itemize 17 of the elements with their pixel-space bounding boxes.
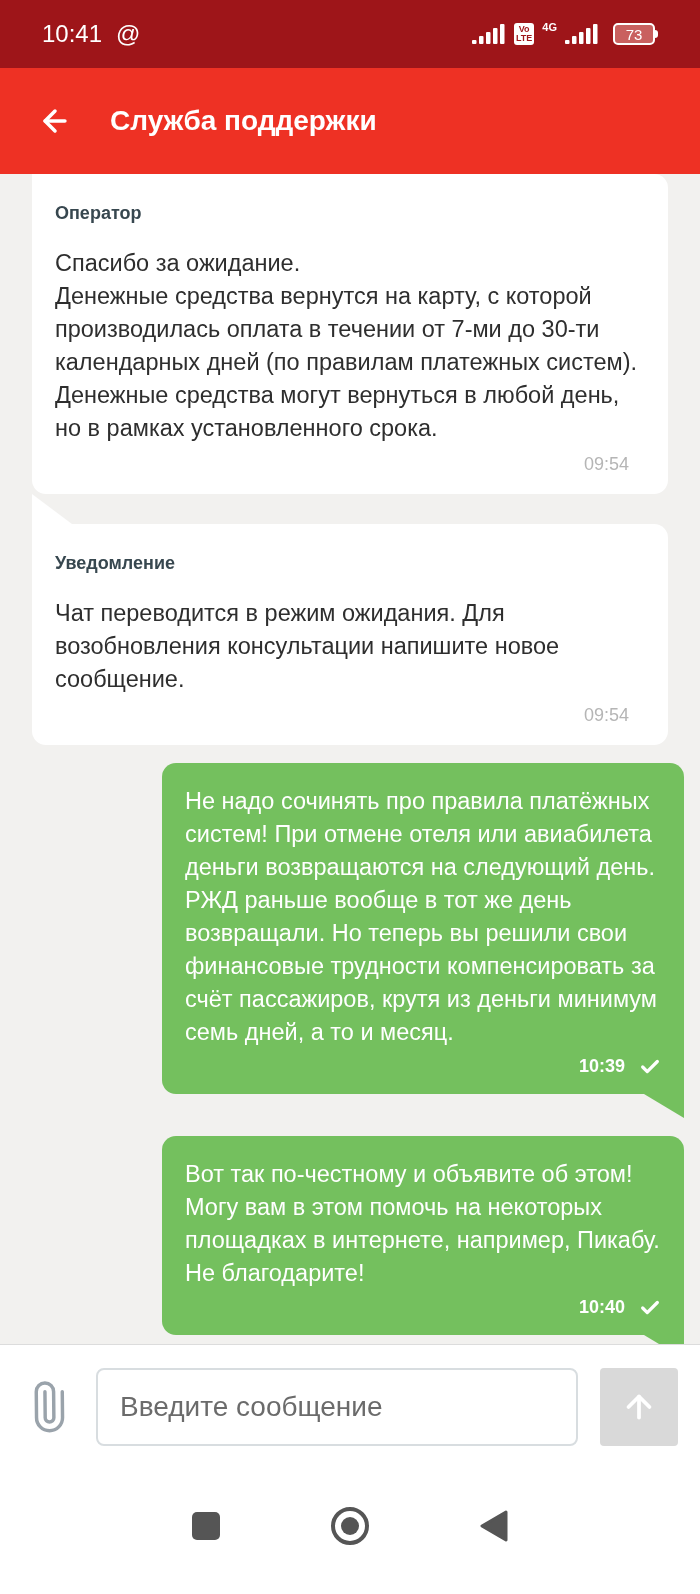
header-title: Служба поддержки [110, 104, 377, 138]
message-time: 09:54 [583, 453, 629, 476]
message-text: Вот так по-честному и объявите об этом! Могу вам в этом помочь на некоторых площадках в интернете, например, Пикабу. Не благодарите! [185, 1160, 661, 1288]
message-text: Чат переводится в режим ожидания. Для возобновления консультации напишите новое сообщение. [55, 599, 561, 694]
network-type: 4G [542, 20, 557, 35]
message-time: 09:54 [583, 704, 629, 727]
message-time: 10:40 [578, 1296, 625, 1319]
status-time: 10:41 [42, 19, 103, 49]
volte-badge: Vo LTE [513, 23, 535, 45]
message-text: Спасибо за ожидание. Денежные средства вернутся на карту, с которой производилась оплата в течении от 7-ми до 30-ти календарных дней (по правилам платежных систем). Денежные средства могут вернуться в любой день, но в рамках установленного срока. [55, 249, 638, 443]
battery-icon: 73 [613, 23, 655, 45]
sender-name: Оператор [55, 202, 143, 225]
at-sign: @ [116, 19, 141, 49]
message-text: Не надо сочинять про правила платёжных систем! При отмене отеля или авиабилета деньги возвращаются на следующий день. РЖД раньше вообще в тот же день возвращали. Но теперь вы решили свои финансовые трудности компенсировать за счёт пассажиров, крутя из деньги минимум семь дней, а то и месяц. [185, 787, 658, 1047]
message-time: 10:39 [578, 1055, 625, 1078]
sender-name: Уведомление [55, 552, 176, 575]
message-input[interactable]: Введите сообщение [96, 1367, 578, 1446]
